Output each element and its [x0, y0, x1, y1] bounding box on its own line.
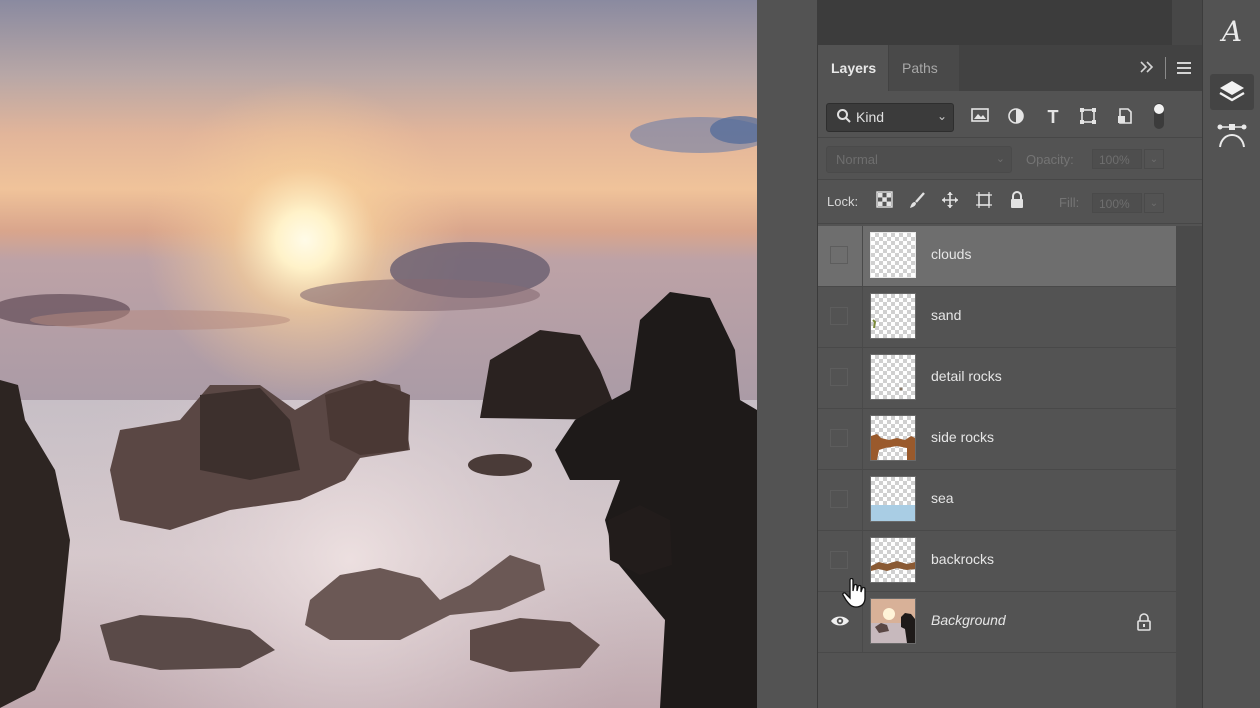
shape-filter-icon[interactable] — [1077, 107, 1099, 127]
layer-row[interactable]: Background — [818, 592, 1176, 653]
eye-icon[interactable] — [830, 612, 849, 630]
layer-name[interactable]: sea — [931, 490, 954, 506]
layer-row[interactable]: backrocks — [818, 531, 1176, 592]
tab-paths[interactable]: Paths — [889, 45, 959, 91]
divider — [862, 409, 863, 469]
lock-label: Lock: — [827, 194, 859, 209]
layer-name[interactable]: detail rocks — [931, 368, 1002, 384]
seascape-photo — [0, 0, 757, 708]
lock-image-pixels-icon[interactable] — [907, 191, 927, 211]
opacity-input[interactable]: 100% — [1092, 149, 1142, 169]
tab-layers[interactable]: Layers — [818, 45, 888, 91]
layer-thumbnail — [869, 231, 917, 279]
visibility-toggle[interactable] — [830, 368, 848, 386]
layers-panel-icon[interactable] — [1210, 74, 1254, 110]
fill-dropdown-icon[interactable]: ⌄ — [1144, 193, 1164, 213]
chevron-down-icon: ⌄ — [936, 109, 947, 123]
fill-label: Fill: — [1059, 195, 1080, 210]
layer-filter-row: Kind ⌄ T — [818, 93, 1203, 138]
smart-object-filter-icon[interactable] — [1114, 107, 1136, 127]
lock-position-icon[interactable] — [940, 191, 960, 211]
chevron-down-icon: ⌄ — [995, 153, 1005, 165]
layer-thumbnail — [870, 537, 916, 583]
lock-row: Lock: Fill: 100% ⌄ — [818, 181, 1203, 224]
layer-row[interactable]: detail rocks — [818, 348, 1176, 409]
opacity-label: Opacity: — [1026, 152, 1074, 167]
divider — [862, 226, 863, 286]
type-filter-icon[interactable]: T — [1042, 107, 1064, 127]
filter-toggle-icon[interactable] — [1148, 101, 1170, 129]
blend-mode-value: Normal — [836, 152, 878, 167]
lock-artboard-icon[interactable] — [974, 191, 994, 211]
divider — [1165, 57, 1166, 79]
paths-panel-icon[interactable] — [1210, 118, 1254, 154]
panel-tab-bar: Layers Paths — [818, 45, 1203, 91]
layer-thumbnail — [870, 293, 916, 339]
layer-row[interactable]: sand — [818, 287, 1176, 348]
layer-thumbnail — [870, 354, 916, 400]
double-chevron-right-icon[interactable] — [1139, 59, 1155, 80]
divider — [862, 348, 863, 408]
lock-transparent-pixels-icon[interactable] — [874, 191, 894, 211]
layer-name[interactable]: sand — [931, 307, 961, 323]
layer-row[interactable]: side rocks — [818, 409, 1176, 470]
collapsed-panels-strip: A — [1202, 0, 1260, 708]
image-filter-icon[interactable] — [969, 107, 991, 127]
workspace-gap — [757, 0, 817, 708]
lock-all-icon[interactable] — [1007, 191, 1027, 211]
visibility-toggle[interactable] — [830, 490, 848, 508]
character-panel-icon[interactable]: A — [1210, 14, 1254, 50]
layers-panel: Layers Paths Kind ⌄ T Normal ⌄ Opacity: … — [817, 45, 1203, 708]
filter-kind-select[interactable]: Kind ⌄ — [826, 103, 954, 132]
visibility-toggle[interactable] — [830, 307, 848, 325]
blend-row: Normal ⌄ Opacity: 100% ⌄ — [818, 139, 1203, 180]
panel-dock-scroll — [1172, 0, 1202, 45]
opacity-dropdown-icon[interactable]: ⌄ — [1144, 149, 1164, 169]
layer-thumbnail — [870, 598, 916, 644]
search-icon — [836, 108, 852, 127]
layer-row[interactable]: clouds — [818, 226, 1176, 287]
layer-thumbnail — [870, 476, 916, 522]
visibility-toggle[interactable] — [830, 551, 848, 569]
fill-input[interactable]: 100% — [1092, 193, 1142, 213]
layer-list-scrollbar[interactable] — [1176, 226, 1203, 708]
filter-kind-label: Kind — [856, 109, 885, 125]
hamburger-menu-icon[interactable] — [1176, 61, 1192, 80]
layer-name[interactable]: clouds — [931, 246, 971, 262]
layer-name[interactable]: backrocks — [931, 551, 994, 567]
divider — [862, 287, 863, 347]
layer-name[interactable]: side rocks — [931, 429, 994, 445]
panel-dock-header — [817, 0, 1172, 45]
divider — [862, 470, 863, 530]
document-canvas[interactable] — [0, 0, 757, 708]
visibility-toggle[interactable] — [830, 429, 848, 447]
layer-thumbnail — [870, 415, 916, 461]
blend-mode-select[interactable]: Normal ⌄ — [826, 146, 1012, 173]
lock-icon — [1136, 613, 1152, 636]
layer-row[interactable]: sea — [818, 470, 1176, 531]
layer-name[interactable]: Background — [931, 612, 1006, 628]
hand-cursor-icon — [842, 577, 868, 608]
adjustment-filter-icon[interactable] — [1005, 107, 1027, 127]
visibility-toggle[interactable] — [830, 246, 848, 264]
